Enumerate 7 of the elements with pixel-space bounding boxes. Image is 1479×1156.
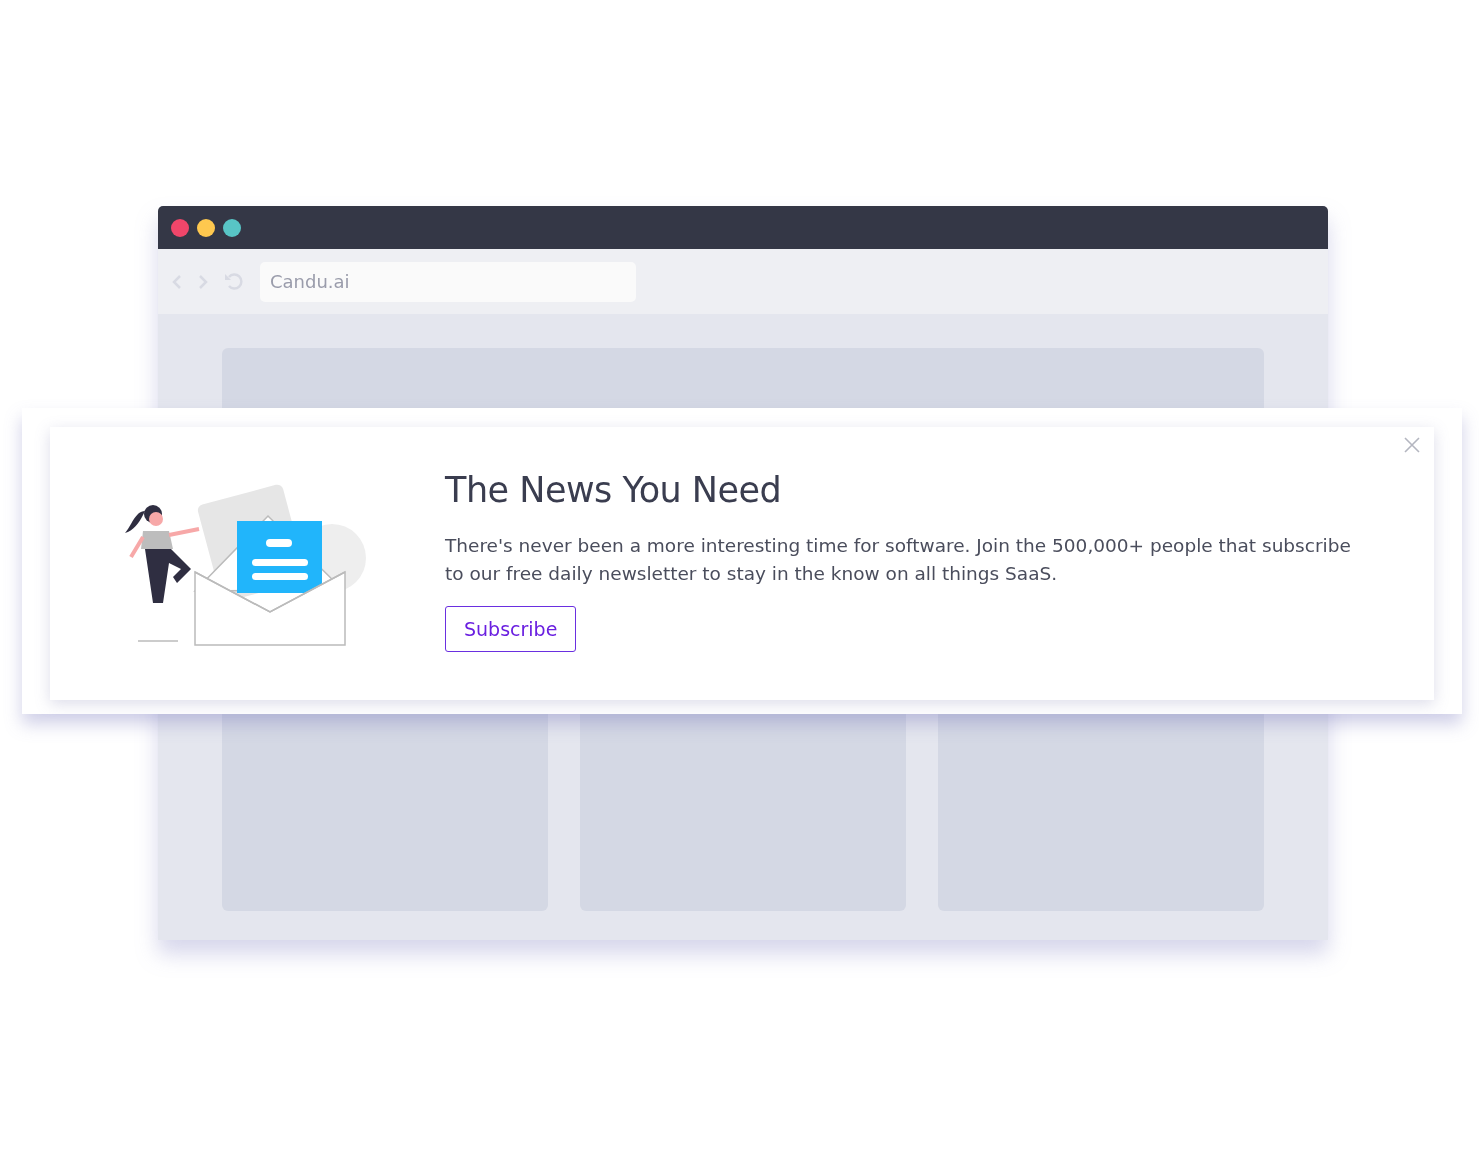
close-icon[interactable] [1404,437,1420,453]
banner-text: There's never been a more interesting time for software. Join the 500,000+ people that subscribe to our free daily newsletter to stay in the know on all things SaaS. [445,533,1352,586]
window-control-dot[interactable] [197,218,215,237]
banner-title: The News You Need [445,471,783,510]
window-control-dot[interactable] [171,218,189,237]
window-control-dot[interactable] [223,218,241,237]
subscribe-button[interactable]: Subscribe [445,605,577,652]
